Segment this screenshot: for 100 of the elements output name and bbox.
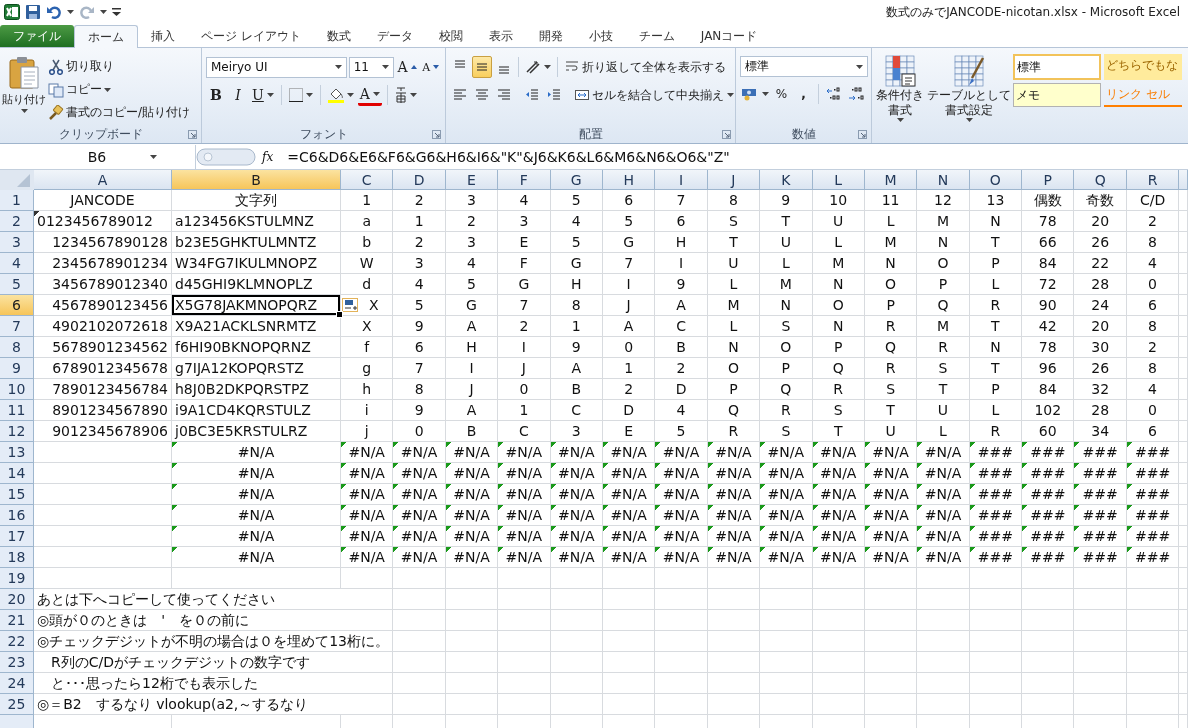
cell-style-option[interactable]: どちらでもな xyxy=(1104,54,1182,80)
undo-icon[interactable] xyxy=(46,4,62,20)
column-header[interactable]: P xyxy=(1022,170,1075,190)
row-header[interactable]: 20 xyxy=(0,589,34,610)
table-cell: H xyxy=(550,274,603,295)
ribbon-tab[interactable]: 開発 xyxy=(525,25,576,47)
row-header[interactable]: 6 xyxy=(0,295,34,316)
paste-button[interactable]: 貼り付け xyxy=(2,52,46,125)
column-header[interactable]: I xyxy=(655,170,708,190)
ribbon-tab[interactable]: 挿入 xyxy=(138,25,188,47)
table-cell: 3 xyxy=(393,253,446,274)
table-cell: R xyxy=(969,421,1023,442)
row-header[interactable]: 17 xyxy=(0,526,34,547)
comma-button[interactable]: , xyxy=(793,83,814,105)
table-cell: C/D xyxy=(1126,190,1180,211)
column-header[interactable]: G xyxy=(550,170,603,190)
column-header[interactable]: F xyxy=(498,170,551,190)
percent-button[interactable]: % xyxy=(771,83,792,105)
row-header[interactable]: 14 xyxy=(0,463,34,484)
formula-field[interactable]: =C6&D6&E6&F6&G6&H6&I6&"K"&J6&K6&L6&M6&N6&O6&"Z" xyxy=(283,148,730,165)
font-name-field[interactable]: Meiryo UI xyxy=(206,56,347,78)
ribbon-tab[interactable]: JANコード xyxy=(687,25,771,47)
ribbon-tab[interactable]: 校閲 xyxy=(425,25,476,47)
name-box[interactable]: B6 xyxy=(0,144,196,169)
conditional-formatting-button[interactable]: 条件付き 書式 xyxy=(875,52,925,143)
column-header[interactable]: D xyxy=(393,170,446,190)
row-header[interactable]: 25 xyxy=(0,694,34,715)
customize-icon[interactable] xyxy=(112,7,121,17)
merge-center-button[interactable]: セルを結合して中央揃え xyxy=(572,84,737,106)
row-header[interactable]: 15 xyxy=(0,484,34,505)
row-header[interactable]: 22 xyxy=(0,631,34,652)
column-header[interactable]: E xyxy=(445,170,499,190)
cut-button[interactable]: 切り取り xyxy=(46,56,193,77)
row-header[interactable]: 10 xyxy=(0,379,34,400)
dialog-launcher-icon[interactable] xyxy=(432,130,441,139)
row-header[interactable]: 3 xyxy=(0,232,34,253)
font-color-button[interactable]: A xyxy=(357,84,382,106)
vertical-align-button[interactable] xyxy=(472,56,492,78)
active-cell-frame[interactable]: X5G78JAKMNOPQRZ xyxy=(172,295,341,316)
row-header[interactable]: 2 xyxy=(0,211,34,232)
save-icon[interactable] xyxy=(25,4,41,20)
row-header[interactable]: 21 xyxy=(0,610,34,631)
cell-style-option[interactable]: 標準 xyxy=(1013,54,1101,80)
format-as-table-button[interactable]: テーブルとして 書式設定 xyxy=(926,52,1012,143)
column-header[interactable]: K xyxy=(760,170,813,190)
ribbon-tab[interactable]: 表示 xyxy=(475,25,526,47)
fill-handle[interactable] xyxy=(336,311,343,318)
column-header[interactable]: N xyxy=(917,170,970,190)
table-cell: #N/A xyxy=(917,547,970,568)
column-header[interactable]: J xyxy=(707,170,761,190)
italic-button[interactable]: I xyxy=(228,84,248,106)
ribbon-tab[interactable]: 数式 xyxy=(313,25,364,47)
format-painter-button[interactable]: 書式のコピー/貼り付け xyxy=(46,102,193,123)
row-header[interactable]: 16 xyxy=(0,505,34,526)
row-header[interactable]: 4 xyxy=(0,253,34,274)
row-header[interactable]: 13 xyxy=(0,442,34,463)
copy-button[interactable]: コピー xyxy=(46,79,193,100)
splitter-handle-icon[interactable] xyxy=(196,146,256,167)
grow-font-button[interactable]: A xyxy=(395,56,419,78)
ribbon-tab[interactable]: ページ レイアウト xyxy=(188,25,314,47)
column-header[interactable]: B xyxy=(172,170,341,190)
cell-style-option[interactable]: メモ xyxy=(1013,83,1101,107)
row-header[interactable]: 8 xyxy=(0,337,34,358)
row-header[interactable]: 18 xyxy=(0,547,34,568)
dialog-launcher-icon[interactable] xyxy=(858,130,867,139)
shrink-font-button[interactable]: A xyxy=(420,56,441,78)
column-header[interactable]: Q xyxy=(1074,170,1127,190)
ribbon-tab[interactable]: チーム xyxy=(625,25,688,47)
table-cell: #N/A xyxy=(498,484,551,505)
column-header[interactable]: L xyxy=(812,170,865,190)
column-header[interactable]: A xyxy=(34,170,172,190)
dialog-launcher-icon[interactable] xyxy=(722,130,731,139)
row-header[interactable]: 9 xyxy=(0,358,34,379)
column-header[interactable]: R xyxy=(1126,170,1180,190)
row-header[interactable]: 7 xyxy=(0,316,34,337)
number-format-field[interactable]: 標準 xyxy=(740,56,868,77)
row-header[interactable]: 12 xyxy=(0,421,34,442)
table-cell: R xyxy=(969,295,1023,316)
insert-function-button[interactable]: fx xyxy=(256,149,284,164)
column-header[interactable]: H xyxy=(602,170,656,190)
font-size-field[interactable]: 11 xyxy=(348,56,394,78)
ribbon-tab[interactable]: ホーム xyxy=(74,25,138,48)
paste-options-icon[interactable] xyxy=(342,298,358,312)
wrap-text-button[interactable]: 折り返して全体を表示する xyxy=(562,56,729,78)
column-header[interactable]: O xyxy=(969,170,1023,190)
dialog-launcher-icon[interactable] xyxy=(188,130,197,139)
spreadsheet-app-icon[interactable] xyxy=(4,4,20,20)
bold-button[interactable]: B xyxy=(206,84,226,106)
row-header[interactable]: 1 xyxy=(0,190,34,211)
underline-button[interactable]: U xyxy=(250,84,276,106)
row-header[interactable]: 11 xyxy=(0,400,34,421)
row-header[interactable]: 19 xyxy=(0,568,34,589)
row-header[interactable]: 5 xyxy=(0,274,34,295)
column-header[interactable]: M xyxy=(864,170,918,190)
ribbon-tab[interactable]: 小技 xyxy=(575,25,626,47)
ribbon-tab[interactable]: データ xyxy=(363,25,426,47)
row-header[interactable]: 24 xyxy=(0,673,34,694)
column-header[interactable]: C xyxy=(341,170,394,190)
row-header[interactable]: 23 xyxy=(0,652,34,673)
file-tab[interactable]: ファイル xyxy=(0,25,74,47)
